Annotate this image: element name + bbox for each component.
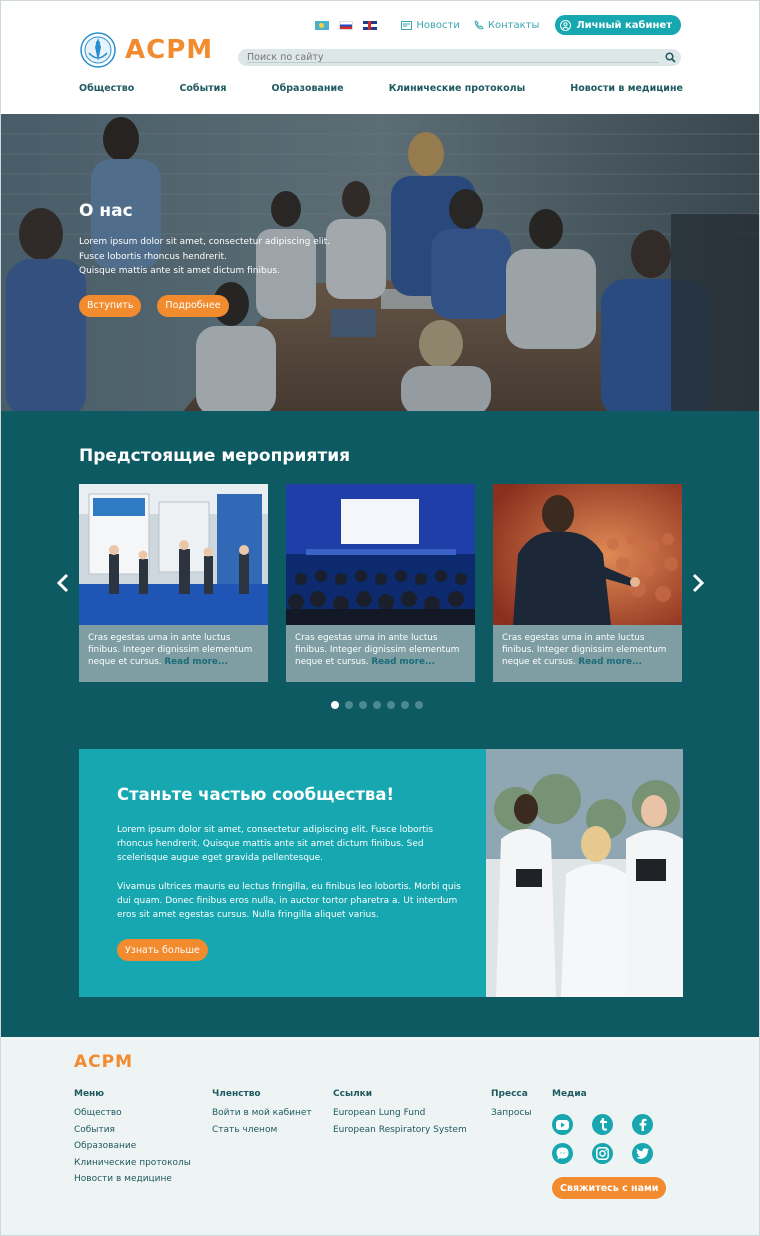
footer-column-title: Членство — [212, 1089, 261, 1099]
footer-link[interactable]: Новости в медицине — [74, 1174, 191, 1184]
events-section: Предстоящие мероприятия Cras egestas urn… — [1, 411, 759, 1037]
search-bar — [238, 49, 681, 66]
footer-logo[interactable]: ACPM — [74, 1052, 133, 1072]
social-icons — [552, 1114, 662, 1164]
newspaper-icon — [401, 20, 413, 30]
footer-links-column: Ссылки European Lung Fund European Respi… — [333, 1089, 467, 1141]
search-icon[interactable] — [665, 52, 676, 63]
carousel-dot[interactable] — [331, 701, 339, 709]
footer-column-title: Меню — [74, 1089, 105, 1099]
hero-banner: О нас Lorem ipsum dolor sit amet, consec… — [1, 114, 759, 411]
personal-cabinet-button[interactable]: Личный кабинет — [555, 15, 681, 35]
event-caption: Cras egestas urna in ante luctus finibus… — [493, 625, 682, 675]
carousel-dots — [331, 701, 429, 709]
join-community-panel: Станьте частью сообщества! Lorem ipsum d… — [79, 749, 683, 997]
contact-us-button[interactable]: Свяжитесь с нами — [552, 1177, 667, 1199]
hero-text-line: Quisque mattis ante sit amet dictum fini… — [79, 266, 280, 276]
news-link[interactable]: Новости — [401, 19, 460, 31]
footer-column-title: Пресса — [491, 1089, 528, 1099]
main-nav: Общество События Образование Клинические… — [79, 83, 683, 94]
read-more-link[interactable]: Read more... — [371, 657, 435, 667]
event-image-speaker — [493, 484, 682, 625]
carousel-dot[interactable] — [373, 701, 381, 709]
news-label: Новости — [416, 19, 460, 31]
event-image-conference-hall — [286, 484, 475, 625]
site-footer: ACPM Меню Общество События Образование К… — [1, 1037, 759, 1235]
carousel-dot[interactable] — [359, 701, 367, 709]
footer-link[interactable]: Клинические протоколы — [74, 1158, 191, 1168]
carousel-dot[interactable] — [415, 701, 423, 709]
nav-item-medical-news[interactable]: Новости в медицине — [570, 83, 683, 94]
events-title: Предстоящие мероприятия — [79, 446, 351, 466]
hero-title: О нас — [79, 201, 133, 221]
join-button[interactable]: Вступить — [79, 294, 142, 317]
tumblr-icon[interactable] — [592, 1114, 613, 1135]
hero-buttons: Вступить Подробнее — [79, 294, 330, 317]
join-paragraph: Vivamus ultrices mauris eu lectus fringi… — [117, 881, 461, 921]
event-caption: Cras egestas urna in ante luctus finibus… — [286, 625, 475, 675]
footer-link[interactable]: European Respiratory System — [333, 1125, 467, 1135]
footer-column-title: Ссылки — [333, 1089, 373, 1099]
join-text: Lorem ipsum dolor sit amet, consectetur … — [117, 823, 467, 936]
footer-link[interactable]: Стать членом — [212, 1125, 312, 1135]
hero-text-line: Fusce lobortis rhoncus hendrerit. — [79, 251, 227, 262]
footer-column-title: Медиа — [552, 1089, 587, 1099]
footer-media-column: Медиа — [552, 1089, 587, 1108]
page: ACPM Новости Контакты Личный кабинет Пои… — [0, 0, 760, 1236]
more-button[interactable]: Подробнее — [157, 294, 229, 317]
search-underline — [247, 62, 659, 63]
cabinet-label: Личный кабинет — [576, 19, 672, 31]
footer-link[interactable]: Войти в мой кабинет — [212, 1108, 312, 1118]
footer-membership-column: Членство Войти в мой кабинет Стать члено… — [212, 1089, 312, 1141]
contacts-label: Контакты — [487, 19, 540, 31]
twitter-icon[interactable] — [632, 1143, 653, 1164]
hero-text: Lorem ipsum dolor sit amet, consectetur … — [79, 235, 330, 279]
flag-ru-icon[interactable] — [339, 20, 354, 30]
footer-link[interactable]: События — [74, 1125, 191, 1135]
footer-link[interactable]: Образование — [74, 1141, 191, 1151]
flag-kz-icon[interactable] — [315, 20, 330, 30]
event-caption: Cras egestas urna in ante luctus finibus… — [79, 625, 268, 675]
join-paragraph: Lorem ipsum dolor sit amet, consectetur … — [117, 825, 434, 864]
hero-content: О нас Lorem ipsum dolor sit amet, consec… — [79, 201, 330, 317]
nav-item-society[interactable]: Общество — [79, 83, 134, 94]
footer-menu-column: Меню Общество События Образование Клинич… — [74, 1089, 191, 1191]
read-more-link[interactable]: Read more... — [578, 657, 642, 667]
footer-link[interactable]: Общество — [74, 1108, 191, 1118]
footer-link[interactable]: Запросы — [491, 1108, 531, 1118]
carousel-dot[interactable] — [401, 701, 409, 709]
footer-link[interactable]: European Lung Fund — [333, 1108, 467, 1118]
read-more-link[interactable]: Read more... — [164, 657, 228, 667]
event-card[interactable]: Cras egestas urna in ante luctus finibus… — [79, 484, 268, 682]
nav-item-education[interactable]: Образование — [272, 83, 344, 94]
event-card[interactable]: Cras egestas urna in ante luctus finibus… — [493, 484, 682, 682]
nav-item-events[interactable]: События — [179, 83, 226, 94]
footer-press-column: Пресса Запросы — [491, 1089, 531, 1125]
top-bar: Новости Контакты Личный кабинет — [315, 15, 681, 35]
logo-text: ACPM — [125, 35, 214, 65]
facebook-icon[interactable] — [632, 1114, 653, 1135]
event-image-expo — [79, 484, 268, 625]
contacts-link[interactable]: Контакты — [474, 20, 539, 31]
site-logo[interactable]: ACPM — [79, 31, 213, 69]
site-header: ACPM Новости Контакты Личный кабинет Пои… — [1, 1, 759, 114]
phone-icon — [474, 20, 484, 30]
user-icon — [560, 19, 572, 31]
messenger-icon[interactable] — [552, 1143, 573, 1164]
carousel-prev-arrow-icon[interactable] — [56, 573, 70, 593]
instagram-icon[interactable] — [592, 1143, 613, 1164]
carousel-dot[interactable] — [345, 701, 353, 709]
carousel-next-arrow-icon[interactable] — [691, 573, 705, 593]
carousel-dot[interactable] — [387, 701, 395, 709]
flag-en-icon[interactable] — [363, 20, 378, 30]
doctors-photo — [486, 749, 683, 997]
youtube-icon[interactable] — [552, 1114, 573, 1135]
join-title: Станьте частью сообщества! — [117, 785, 395, 804]
hero-text-line: Lorem ipsum dolor sit amet, consectetur … — [79, 237, 331, 247]
logo-emblem-icon — [80, 32, 116, 68]
learn-more-button[interactable]: Узнать больше — [117, 939, 208, 961]
event-card[interactable]: Cras egestas urna in ante luctus finibus… — [286, 484, 475, 682]
nav-item-clinical-protocols[interactable]: Клинические протоколы — [389, 83, 526, 94]
